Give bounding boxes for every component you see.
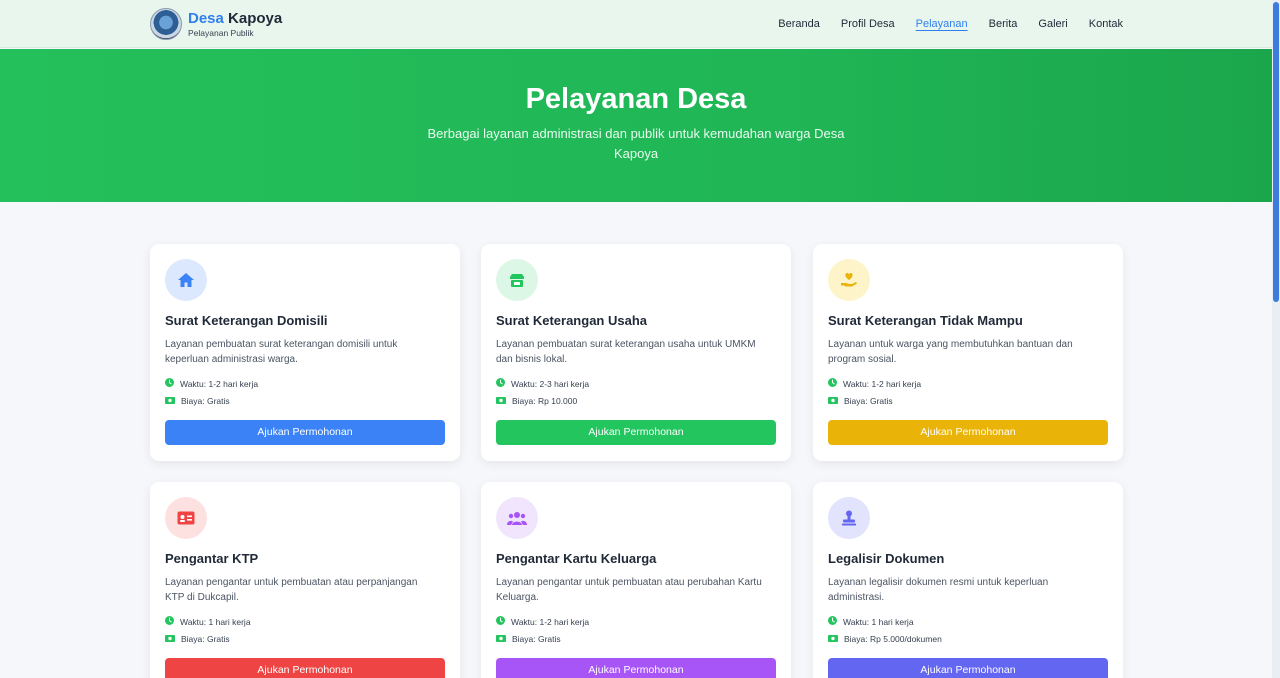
money-icon — [165, 634, 181, 644]
service-time: Waktu: 2-3 hari kerja — [496, 378, 589, 389]
money-icon — [496, 396, 512, 406]
service-cost-text: Biaya: Gratis — [181, 396, 230, 406]
service-cost-text: Biaya: Gratis — [844, 396, 893, 406]
apply-button[interactable]: Ajukan Permohonan — [496, 658, 776, 678]
id-card-icon — [165, 497, 207, 539]
service-description: Layanan legalisir dokumen resmi untuk ke… — [828, 577, 1049, 603]
service-time: Waktu: 1 hari kerja — [828, 616, 914, 627]
service-cost: Biaya: Gratis — [496, 634, 561, 644]
service-time: Waktu: 1-2 hari kerja — [496, 616, 589, 627]
brand-title-part2: Kapoya — [228, 10, 283, 27]
service-card-surat-keterangan-domisili: Surat Keterangan Domisili Layanan pembuat… — [150, 244, 460, 461]
service-cost-text: Biaya: Gratis — [181, 634, 230, 644]
nav-galeri[interactable]: Galeri — [1038, 18, 1067, 30]
brand-title-part1: Desa — [188, 10, 224, 27]
clock-icon — [165, 378, 180, 389]
service-time-text: Waktu: 2-3 hari kerja — [511, 378, 590, 389]
clock-icon — [496, 378, 511, 389]
nav-beranda[interactable]: Beranda — [778, 18, 820, 30]
service-description: Layanan untuk warga yang membutuhkan ban… — [828, 339, 1073, 365]
service-time: Waktu: 1 hari kerja — [165, 616, 251, 627]
service-cost: Biaya: Gratis — [828, 396, 893, 406]
site-header: Desa Kapoya Pelayanan Publik Beranda Pro… — [0, 0, 1272, 48]
service-time-text: Waktu: 1 hari kerja — [180, 616, 251, 627]
money-icon — [496, 634, 512, 644]
service-cost-text: Biaya: Rp 10.000 — [512, 396, 578, 406]
service-description: Layanan pembuatan surat keterangan domis… — [165, 339, 398, 365]
nav-berita[interactable]: Berita — [989, 18, 1018, 30]
money-icon — [828, 396, 844, 406]
service-title: Surat Keterangan Domisili — [165, 313, 328, 328]
service-cost-text: Biaya: Rp 5.000/dokumen — [844, 634, 942, 644]
nav-profil-desa[interactable]: Profil Desa — [841, 18, 895, 30]
scrollbar[interactable] — [1272, 0, 1280, 678]
service-time-text: Waktu: 1-2 hari kerja — [511, 616, 590, 627]
brand-subtitle: Pelayanan Publik — [188, 28, 254, 38]
service-time-text: Waktu: 1 hari kerja — [843, 616, 914, 627]
service-time-text: Waktu: 1-2 hari kerja — [843, 378, 922, 389]
service-card-surat-keterangan-tidak-mampu: Surat Keterangan Tidak Mampu Layanan untu… — [813, 244, 1123, 461]
main-nav: Beranda Profil Desa Pelayanan Berita Gal… — [757, 18, 1123, 30]
brand[interactable]: Desa Kapoya Pelayanan Publik — [150, 8, 282, 40]
village-logo — [150, 8, 182, 40]
service-card-surat-keterangan-usaha: Surat Keterangan Usaha Layanan pembuatan … — [481, 244, 791, 461]
service-title: Legalisir Dokumen — [828, 551, 945, 566]
hand-holding-heart-icon — [828, 259, 870, 301]
service-time: Waktu: 1-2 hari kerja — [828, 378, 921, 389]
clock-icon — [165, 616, 180, 627]
money-icon — [165, 396, 181, 406]
service-cost: Biaya: Gratis — [165, 396, 230, 406]
service-card-pengantar-kartu-keluarga: Pengantar Kartu Keluarga Layanan penganta… — [481, 482, 791, 678]
service-cost: Biaya: Rp 10.000 — [496, 396, 577, 406]
page-title: Pelayanan Desa — [525, 83, 747, 115]
service-title: Surat Keterangan Usaha — [496, 313, 647, 328]
service-description: Layanan pembuatan surat keterangan usaha… — [496, 339, 756, 365]
scrollbar-thumb[interactable] — [1273, 2, 1279, 302]
service-cost: Biaya: Gratis — [165, 634, 230, 644]
brand-title: Desa Kapoya — [188, 10, 282, 28]
clock-icon — [828, 616, 843, 627]
money-icon — [828, 634, 844, 644]
nav-pelayanan[interactable]: Pelayanan — [916, 18, 968, 30]
service-title: Pengantar Kartu Keluarga — [496, 551, 657, 566]
service-description: Layanan pengantar untuk pembuatan atau p… — [496, 577, 762, 603]
service-title: Surat Keterangan Tidak Mampu — [828, 313, 1023, 328]
store-icon — [496, 259, 538, 301]
users-icon — [496, 497, 538, 539]
apply-button[interactable]: Ajukan Permohonan — [165, 420, 445, 445]
apply-button[interactable]: Ajukan Permohonan — [828, 420, 1108, 445]
brand-text: Desa Kapoya Pelayanan Publik — [188, 10, 282, 38]
apply-button[interactable]: Ajukan Permohonan — [496, 420, 776, 445]
service-description: Layanan pengantar untuk pembuatan atau p… — [165, 577, 418, 603]
clock-icon — [496, 616, 511, 627]
clock-icon — [828, 378, 843, 389]
stamp-icon — [828, 497, 870, 539]
apply-button[interactable]: Ajukan Permohonan — [828, 658, 1108, 678]
service-time-text: Waktu: 1-2 hari kerja — [180, 378, 259, 389]
service-card-legalisir-dokumen: Legalisir Dokumen Layanan legalisir dokum… — [813, 482, 1123, 678]
service-cost-text: Biaya: Gratis — [512, 634, 561, 644]
home-icon — [165, 259, 207, 301]
nav-kontak[interactable]: Kontak — [1089, 18, 1123, 30]
service-title: Pengantar KTP — [165, 551, 259, 566]
apply-button[interactable]: Ajukan Permohonan — [165, 658, 445, 678]
service-card-pengantar-ktp: Pengantar KTP Layanan pengantar untuk pem… — [150, 482, 460, 678]
service-cost: Biaya: Rp 5.000/dokumen — [828, 634, 942, 644]
hero-banner: Pelayanan Desa Berbagai layanan administ… — [0, 49, 1272, 202]
service-time: Waktu: 1-2 hari kerja — [165, 378, 258, 389]
page-subtitle: Berbagai layanan administrasi dan publik… — [427, 126, 845, 161]
